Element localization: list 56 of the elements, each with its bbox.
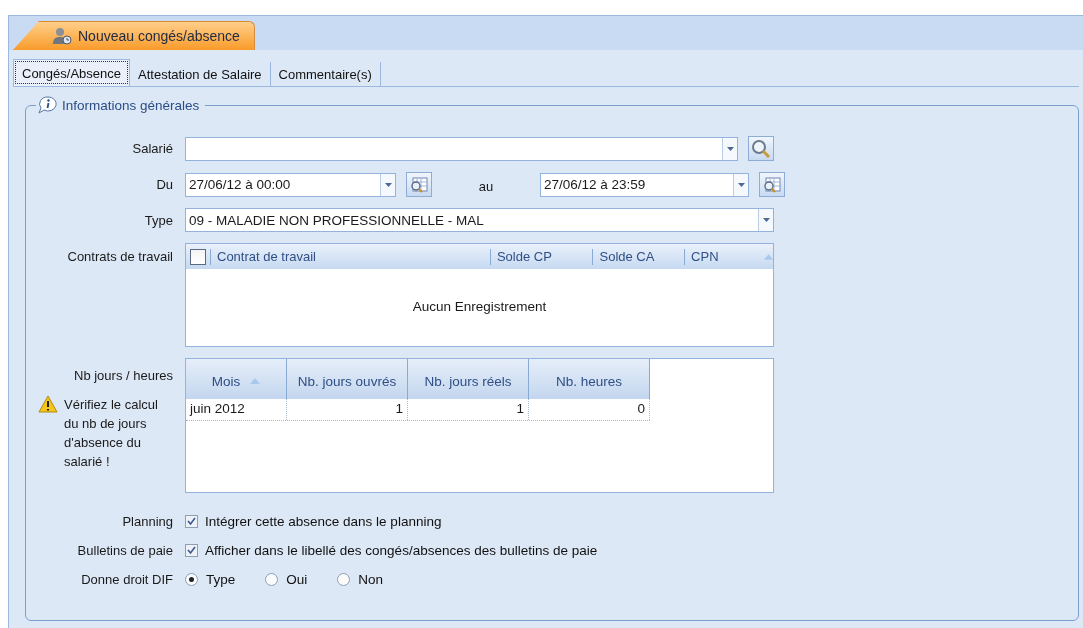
tab-label: Nouveau congés/absence (78, 28, 240, 44)
warning-message: Vérifiez le calcul du nb de jours d'absence du salarié ! (64, 396, 159, 471)
field-label: Salarié (131, 141, 174, 156)
date-field[interactable]: 27/06/12 à 23:59 (540, 172, 749, 197)
field-label: Nb jours / heures (74, 368, 173, 383)
warning-icon (38, 395, 58, 413)
checkbox[interactable]: Afficher dans le libellé des congés/absences des bulletins de paie (185, 543, 598, 558)
employee-combo[interactable] (185, 136, 738, 161)
field-label: Planning (121, 514, 174, 529)
search-button[interactable] (748, 136, 774, 161)
field-label: Type (143, 212, 174, 228)
tab[interactable]: Commentaire(s) (270, 62, 381, 86)
field-label: Bulletins de paie (76, 543, 174, 558)
radio-button[interactable]: Oui (265, 572, 308, 587)
column-header[interactable]: CPN (684, 248, 764, 265)
table-cell: 0 (529, 399, 650, 420)
calendar-button[interactable] (759, 172, 785, 197)
table-cell: 1 (408, 399, 529, 420)
calendar-button[interactable] (406, 172, 432, 197)
table-cell: juin 2012 (186, 399, 287, 420)
sort-ascending-icon (763, 253, 773, 260)
column-header[interactable]: Solde CA (592, 248, 685, 265)
sort-ascending-icon (250, 378, 261, 384)
check-mark-icon (187, 517, 196, 526)
column-header[interactable]: Nb. heures (529, 359, 650, 399)
check-mark-icon (187, 546, 196, 555)
column-header[interactable]: Contrat de travail (210, 248, 490, 265)
radio-button[interactable]: Type (185, 572, 236, 587)
column-header[interactable]: Solde CP (489, 248, 593, 265)
field-label: au (477, 179, 495, 194)
empty-message: Aucun Enregistrement (412, 299, 547, 314)
checkbox[interactable]: Intégrer cette absence dans le planning (185, 514, 442, 529)
search-icon (751, 138, 771, 159)
date-field[interactable]: 27/06/12 à 00:00 (185, 172, 396, 197)
type-combo[interactable]: 09 - MALADIE NON PROFESSIONNELLE - MAL (185, 208, 774, 232)
column-header[interactable]: Nb. jours ouvrés (287, 359, 408, 399)
info-icon (38, 96, 58, 114)
calendar-search-icon (410, 176, 428, 193)
dropdown-arrow-icon (384, 182, 392, 187)
field-label: Donne droit DIF (80, 572, 174, 587)
field-label: Contrats de travail (66, 249, 174, 264)
tab[interactable]: Attestation de Salaire (130, 62, 271, 86)
checkbox[interactable] (190, 248, 206, 265)
table-cell: 1 (287, 399, 408, 420)
field-label: Du (155, 177, 174, 192)
tab[interactable]: Congés/Absence (13, 59, 130, 86)
dropdown-arrow-icon (726, 146, 734, 151)
dropdown-arrow-icon (762, 218, 770, 222)
user-clock-icon (52, 27, 72, 45)
calendar-search-icon (763, 176, 781, 193)
column-header[interactable]: Mois (186, 359, 287, 399)
document-tab[interactable]: Nouveau congés/absence (13, 21, 255, 50)
column-header[interactable]: Nb. jours réels (408, 359, 529, 399)
dropdown-arrow-icon (737, 182, 745, 187)
radio-button[interactable]: Non (337, 572, 384, 587)
group-title: Informations générales (62, 97, 200, 113)
